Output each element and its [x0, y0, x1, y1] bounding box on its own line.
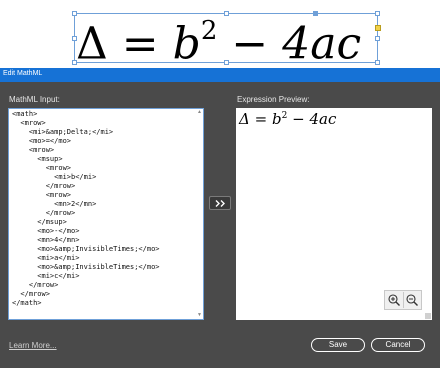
zoom-out-icon — [406, 294, 418, 306]
formula-base: b — [172, 18, 201, 70]
dialog-title: Edit MathML — [3, 70, 43, 77]
convert-button[interactable] — [209, 196, 231, 210]
cancel-button[interactable]: Cancel — [371, 338, 425, 352]
mathml-source-text[interactable]: <math> <mrow> <mi>&amp;Delta;</mi> <mo>=… — [12, 110, 160, 308]
mathml-input-field[interactable]: <math> <mrow> <mi>&amp;Delta;</mi> <mo>=… — [8, 108, 204, 320]
document-canvas: Δ = b2 − 4ac — [0, 0, 440, 70]
preview-delta: Δ — [239, 110, 250, 128]
mathml-input-label: MathML Input: — [9, 95, 60, 104]
save-button[interactable]: Save — [311, 338, 365, 352]
expression-preview-label: Expression Preview: — [237, 95, 310, 104]
formula-minus: − — [231, 18, 269, 70]
resize-grip-icon[interactable] — [425, 313, 431, 319]
expression-preview-pane: Δ = b2 − 4ac — [236, 108, 432, 320]
formula-equals: = — [121, 18, 159, 70]
zoom-controls — [384, 290, 422, 310]
formula-exponent: 2 — [200, 16, 218, 46]
preview-formula: Δ = b2 − 4ac — [239, 110, 336, 128]
zoom-out-button[interactable] — [404, 292, 421, 308]
learn-more-link[interactable]: Learn More... — [9, 341, 57, 350]
zoom-in-button[interactable] — [386, 292, 404, 308]
formula-delta: Δ — [76, 18, 108, 70]
zoom-in-icon — [388, 294, 400, 306]
dialog-titlebar: Edit MathML — [0, 68, 440, 82]
input-scrollbar[interactable]: ▲ ▼ — [197, 110, 202, 318]
double-chevron-right-icon — [215, 200, 225, 207]
formula-object[interactable]: Δ = b2 − 4ac — [76, 6, 376, 70]
edit-mathml-dialog: Edit MathML MathML Input: Expression Pre… — [0, 68, 440, 368]
preview-base: b — [271, 110, 282, 128]
formula-rest: 4ac — [282, 18, 362, 70]
preview-rest: 4ac — [309, 110, 337, 128]
scroll-down-icon[interactable]: ▼ — [197, 313, 202, 318]
preview-exponent: 2 — [281, 111, 288, 121]
preview-minus: − — [292, 110, 305, 128]
scroll-up-icon[interactable]: ▲ — [197, 110, 202, 115]
preview-equals: = — [254, 110, 268, 128]
